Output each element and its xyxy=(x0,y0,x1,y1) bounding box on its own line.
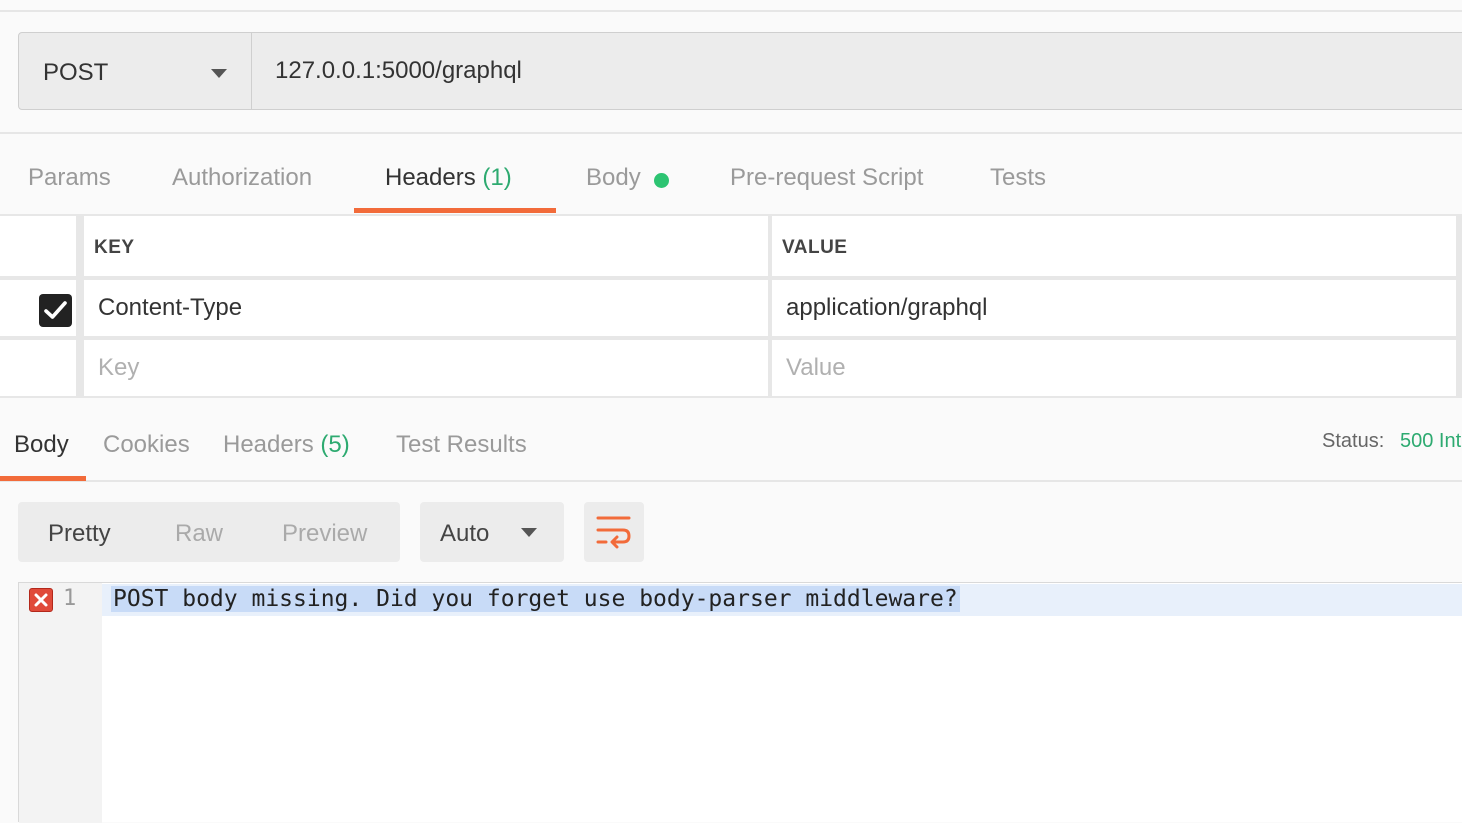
response-tab-headers-label: Headers xyxy=(223,431,314,458)
caret-down-icon xyxy=(211,69,227,78)
tab-body[interactable]: Body xyxy=(586,164,641,192)
tab-params[interactable]: Params xyxy=(28,164,111,192)
response-tab-test-results[interactable]: Test Results xyxy=(396,431,527,459)
value-column-header: VALUE xyxy=(782,237,848,258)
wrap-lines-button[interactable] xyxy=(584,502,644,562)
value-header-cell: VALUE xyxy=(772,216,1456,276)
table-header-cell xyxy=(0,216,76,276)
table-row[interactable]: Content-Type xyxy=(84,280,768,336)
error-icon xyxy=(29,588,53,612)
pretty-button[interactable]: Pretty xyxy=(48,520,111,548)
tab-headers-label: Headers xyxy=(385,164,476,191)
raw-button[interactable]: Raw xyxy=(175,520,223,548)
line-number: 1 xyxy=(63,586,77,611)
tab-pre-request-script[interactable]: Pre-request Script xyxy=(730,164,923,192)
url-input[interactable]: 127.0.0.1:5000/graphql xyxy=(275,57,522,85)
header-key-field[interactable]: Content-Type xyxy=(98,294,242,322)
request-bar: POST 127.0.0.1:5000/graphql xyxy=(18,32,1462,110)
method-select[interactable]: POST xyxy=(19,33,252,109)
response-tabs-bar xyxy=(0,398,1462,482)
tab-authorization[interactable]: Authorization xyxy=(172,164,312,192)
header-enabled-checkbox[interactable] xyxy=(39,294,72,327)
status-label: Status: xyxy=(1322,430,1385,452)
table-row-value[interactable]: application/graphql xyxy=(772,280,1456,336)
response-tab-body[interactable]: Body xyxy=(14,431,69,459)
key-placeholder-input[interactable]: Key xyxy=(98,354,139,382)
language-caret-down-icon xyxy=(521,528,537,537)
tab-headers[interactable]: Headers (1) xyxy=(385,164,512,192)
response-active-tab-indicator xyxy=(0,476,86,481)
response-editor[interactable]: 1 POST body missing. Did you forget use … xyxy=(18,582,1462,823)
key-header-cell: KEY xyxy=(84,216,768,276)
value-placeholder-input[interactable]: Value xyxy=(786,354,846,382)
new-value-cell[interactable]: Value xyxy=(772,340,1456,396)
header-value-field[interactable]: application/graphql xyxy=(786,294,987,322)
headers-table: KEY VALUE Content-Type application/graph… xyxy=(0,214,1462,398)
response-tab-cookies[interactable]: Cookies xyxy=(103,431,190,459)
checkmark-icon xyxy=(44,301,67,319)
key-column-header: KEY xyxy=(94,237,135,258)
response-headers-count: (5) xyxy=(320,431,350,458)
response-line-text[interactable]: POST body missing. Did you forget use bo… xyxy=(111,586,960,612)
tab-headers-count: (1) xyxy=(482,164,512,191)
new-key-cell[interactable]: Key xyxy=(84,340,768,396)
response-tab-headers[interactable]: Headers (5) xyxy=(223,431,350,459)
top-divider xyxy=(0,10,1462,12)
language-select-label: Auto xyxy=(440,520,490,547)
empty-checkbox-cell xyxy=(0,340,76,396)
wrap-lines-icon xyxy=(596,516,631,549)
tab-tests[interactable]: Tests xyxy=(990,164,1046,192)
editor-gutter xyxy=(19,583,102,823)
status-value: 500 Int xyxy=(1400,430,1462,452)
body-status-dot-icon xyxy=(654,173,669,188)
method-label: POST xyxy=(43,59,109,86)
request-divider xyxy=(0,132,1462,134)
preview-button[interactable]: Preview xyxy=(282,520,367,548)
active-tab-indicator xyxy=(354,208,556,213)
